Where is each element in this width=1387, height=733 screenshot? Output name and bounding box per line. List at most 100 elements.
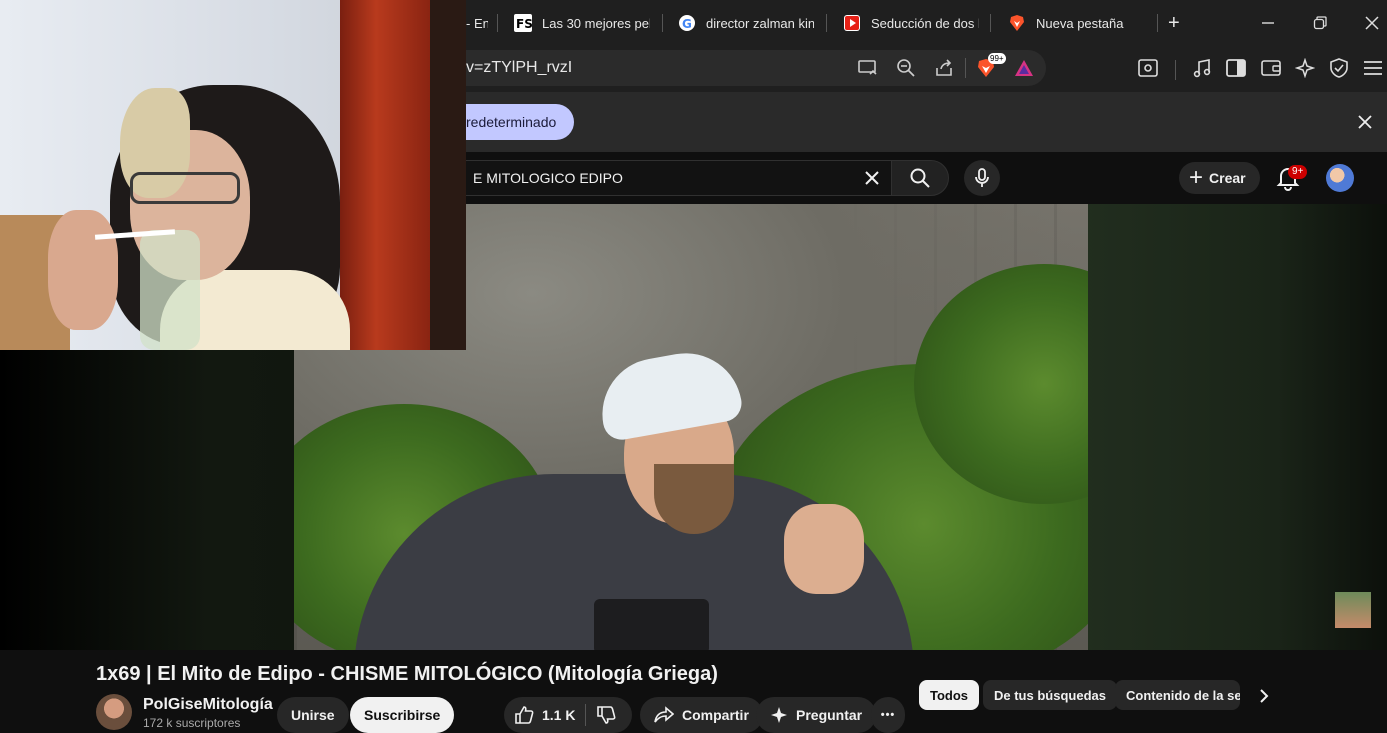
close-window-button[interactable] <box>1359 10 1385 36</box>
voice-search-button[interactable] <box>964 160 1000 196</box>
tab-label: Seducción de dos l <box>871 15 979 31</box>
tab-separator <box>990 14 991 32</box>
vpn-shield-icon[interactable] <box>1327 56 1351 80</box>
thumbs-down-icon <box>597 706 616 724</box>
search-button[interactable] <box>891 160 949 196</box>
video-title: 1x69 | El Mito de Edipo - CHISME MITOLÓG… <box>96 663 718 685</box>
tab-google[interactable]: G director zalman kin <box>678 8 814 38</box>
chip-label: Todos <box>930 687 969 703</box>
chip-de-tus-busquedas[interactable]: De tus búsquedas <box>983 680 1117 710</box>
create-label: Crear <box>1209 170 1246 186</box>
account-avatar[interactable] <box>1326 164 1354 192</box>
search-icon <box>910 168 930 188</box>
search-query: E MITOLOGICO EDIPO <box>473 170 623 186</box>
share-button[interactable]: Compartir <box>640 697 763 733</box>
tab-label: - En <box>466 15 488 31</box>
like-button[interactable] <box>514 705 534 725</box>
tab-label: Las 30 mejores pelí <box>542 15 650 31</box>
tab-separator <box>1157 14 1158 32</box>
music-icon[interactable] <box>1190 56 1214 80</box>
zoom-icon[interactable] <box>894 56 918 80</box>
notifications-badge: 9+ <box>1288 165 1308 179</box>
search-input[interactable]: E MITOLOGICO EDIPO <box>440 160 892 196</box>
tab-youtube[interactable]: Seducción de dos l <box>843 8 979 38</box>
url-text: v=zTYlPH_rvzI <box>466 59 573 76</box>
close-icon <box>865 171 879 185</box>
like-count: 1.1 K <box>542 707 576 723</box>
channel-subscribers: 172 k suscriptores <box>143 716 241 730</box>
tab-separator <box>662 14 663 32</box>
dislike-button[interactable] <box>596 705 616 725</box>
ask-button[interactable]: Preguntar <box>756 697 877 733</box>
tab-label: director zalman kin <box>706 15 814 31</box>
subscribe-label: Suscribirse <box>364 707 441 723</box>
brave-icon <box>1008 14 1026 32</box>
wallet-icon[interactable] <box>1259 56 1283 80</box>
clear-search-button[interactable] <box>860 166 884 190</box>
share-label: Compartir <box>682 707 749 723</box>
chip-contenido-de-la-serie[interactable]: Contenido de la serie <box>1115 680 1240 710</box>
share-arrow-icon <box>654 706 674 724</box>
sidebar-icon[interactable] <box>1224 56 1248 80</box>
toolbar-divider <box>1175 60 1176 80</box>
tab-label: Nueva pestaña <box>1036 15 1124 31</box>
webcam-doorframe <box>430 0 466 350</box>
like-divider <box>585 704 587 726</box>
omnibox-divider <box>965 58 966 78</box>
minimize-icon <box>1262 22 1274 24</box>
channel-watermark[interactable] <box>1335 592 1371 628</box>
join-button[interactable]: Unirse <box>277 697 349 733</box>
webcam-overlay <box>0 0 466 350</box>
tab-partial[interactable]: - En <box>466 8 488 38</box>
join-label: Unirse <box>291 707 335 723</box>
channel-name[interactable]: PolGiseMitología <box>143 696 273 714</box>
share-page-icon[interactable] <box>932 56 956 80</box>
chip-todos[interactable]: Todos <box>919 680 980 710</box>
new-tab-button[interactable]: + <box>1168 8 1188 38</box>
plus-icon: + <box>1189 164 1204 191</box>
tab-separator <box>497 14 498 32</box>
webcam-person-glasses <box>130 172 240 204</box>
close-icon <box>1358 115 1372 129</box>
restore-icon <box>1313 16 1327 30</box>
subscribe-button[interactable]: Suscribirse <box>350 697 455 733</box>
channel-avatar[interactable] <box>96 694 132 730</box>
chip-label: De tus búsquedas <box>994 687 1106 703</box>
ask-label: Preguntar <box>796 707 863 723</box>
screenshot-icon[interactable] <box>1136 56 1160 80</box>
brave-badge: 99+ <box>988 53 1006 64</box>
like-dislike-group: 1.1 K <box>504 697 632 733</box>
set-default-label: redeterminado <box>466 114 557 130</box>
close-icon <box>1365 16 1379 30</box>
plus-icon: + <box>1168 11 1180 34</box>
handheld-device <box>594 599 709 650</box>
sparkle-icon <box>770 706 788 724</box>
google-icon: G <box>678 14 696 32</box>
tab-separator <box>826 14 827 32</box>
thumbs-up-icon <box>515 706 534 724</box>
tab-filmaffinity[interactable]: FS Las 30 mejores pelí <box>514 8 650 38</box>
brave-rewards-icon[interactable] <box>1012 56 1036 80</box>
filmaffinity-icon: FS <box>514 14 532 32</box>
leo-ai-icon[interactable] <box>1293 56 1317 80</box>
chips-next-button[interactable] <box>1252 684 1276 708</box>
menu-icon[interactable] <box>1361 56 1385 80</box>
cast-icon[interactable] <box>856 56 880 80</box>
person-hand <box>784 504 864 594</box>
infobar-close-button[interactable] <box>1353 110 1377 134</box>
more-icon: ••• <box>880 709 896 721</box>
chip-label: Contenido de la serie <box>1126 687 1240 703</box>
video-details: 1x69 | El Mito de Edipo - CHISME MITOLÓG… <box>0 650 1387 733</box>
tab-new[interactable]: Nueva pestaña <box>1008 8 1148 38</box>
create-button[interactable]: + Crear <box>1179 162 1260 194</box>
webcam-person-hand <box>48 210 118 330</box>
svg-text:G: G <box>682 17 692 31</box>
chevron-right-icon <box>1260 689 1269 703</box>
minimize-button[interactable] <box>1255 10 1281 36</box>
more-actions-button[interactable]: ••• <box>871 697 905 733</box>
microphone-icon <box>975 168 989 187</box>
webcam-bottle <box>140 230 200 350</box>
youtube-icon <box>843 14 861 32</box>
svg-text:FS: FS <box>516 17 532 31</box>
restore-button[interactable] <box>1307 10 1333 36</box>
